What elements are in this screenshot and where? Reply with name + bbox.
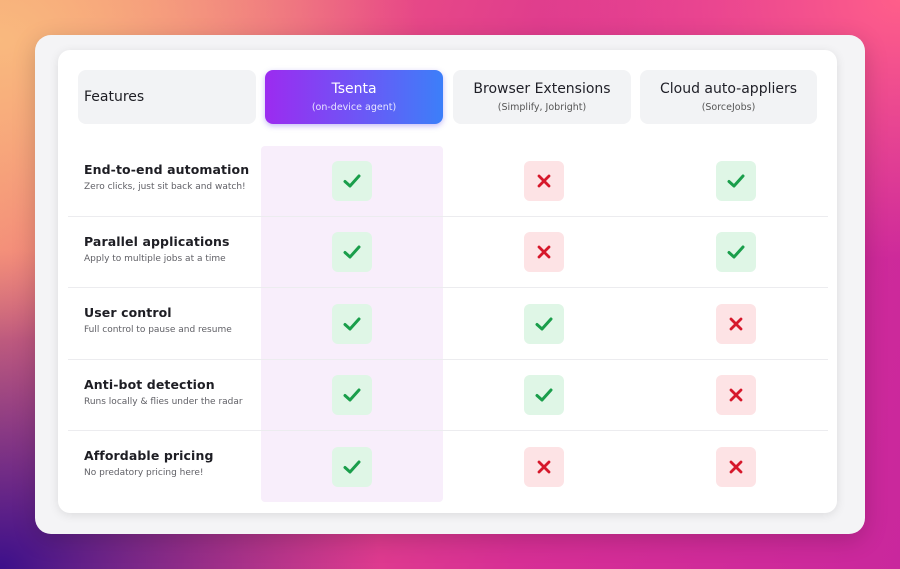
check-icon: [343, 388, 361, 402]
feature-title: User control: [84, 305, 172, 320]
feature-row-label: Parallel applications Apply to multiple …: [84, 234, 264, 266]
feature-title: End-to-end automation: [84, 162, 250, 177]
column-subtitle: (SorceJobs): [701, 102, 756, 113]
feature-title: Affordable pricing: [84, 448, 214, 463]
cross-icon: [537, 245, 551, 259]
check-icon: [535, 317, 553, 331]
feature-title: Parallel applications: [84, 234, 230, 249]
feature-subtitle: Full control to pause and resume: [84, 325, 232, 335]
column-title: Browser Extensions: [473, 81, 611, 97]
row-divider: [68, 430, 828, 431]
column-header-cloud-auto-appliers: Cloud auto-appliers (SorceJobs): [640, 70, 817, 124]
row0-col0-mark: [332, 161, 372, 201]
feature-row-label: Anti-bot detection Runs locally & flies …: [84, 377, 264, 409]
row1-col2-mark: [716, 232, 756, 272]
cross-icon: [537, 460, 551, 474]
cross-icon: [729, 317, 743, 331]
column-header-browser-extensions: Browser Extensions (Simplify, Jobright): [453, 70, 631, 124]
features-header-label: Features: [84, 89, 145, 105]
check-icon: [343, 174, 361, 188]
feature-subtitle: Zero clicks, just sit back and watch!: [84, 182, 246, 192]
column-subtitle: (on-device agent): [311, 102, 397, 113]
row2-col1-mark: [524, 304, 564, 344]
check-icon: [535, 388, 553, 402]
row-divider: [68, 216, 828, 217]
row3-col0-mark: [332, 375, 372, 415]
feature-row-label: User control Full control to pause and r…: [84, 305, 264, 337]
feature-title: Anti-bot detection: [84, 377, 215, 392]
row3-col2-mark: [716, 375, 756, 415]
feature-row-label: Affordable pricing No predatory pricing …: [84, 448, 264, 480]
row0-col2-mark: [716, 161, 756, 201]
check-icon: [343, 317, 361, 331]
check-icon: [727, 174, 745, 188]
column-subtitle: (Simplify, Jobright): [497, 102, 587, 113]
row0-col1-mark: [524, 161, 564, 201]
column-title: Tsenta: [331, 81, 377, 97]
row-divider: [68, 359, 828, 360]
row4-col2-mark: [716, 447, 756, 487]
row2-col0-mark: [332, 304, 372, 344]
row4-col0-mark: [332, 447, 372, 487]
row1-col0-mark: [332, 232, 372, 272]
feature-row-label: End-to-end automation Zero clicks, just …: [84, 162, 264, 194]
feature-subtitle: Runs locally & flies under the radar: [84, 397, 243, 407]
cross-icon: [729, 460, 743, 474]
check-icon: [727, 245, 745, 259]
cross-icon: [537, 174, 551, 188]
feature-subtitle: Apply to multiple jobs at a time: [84, 254, 226, 264]
row1-col1-mark: [524, 232, 564, 272]
row2-col2-mark: [716, 304, 756, 344]
column-header-tsenta: Tsenta (on-device agent): [265, 70, 443, 124]
row-divider: [68, 287, 828, 288]
row4-col1-mark: [524, 447, 564, 487]
cross-icon: [729, 388, 743, 402]
column-title: Cloud auto-appliers: [659, 81, 798, 97]
check-icon: [343, 245, 361, 259]
check-icon: [343, 460, 361, 474]
row3-col1-mark: [524, 375, 564, 415]
feature-subtitle: No predatory pricing here!: [84, 468, 204, 478]
features-header: Features: [78, 70, 256, 124]
